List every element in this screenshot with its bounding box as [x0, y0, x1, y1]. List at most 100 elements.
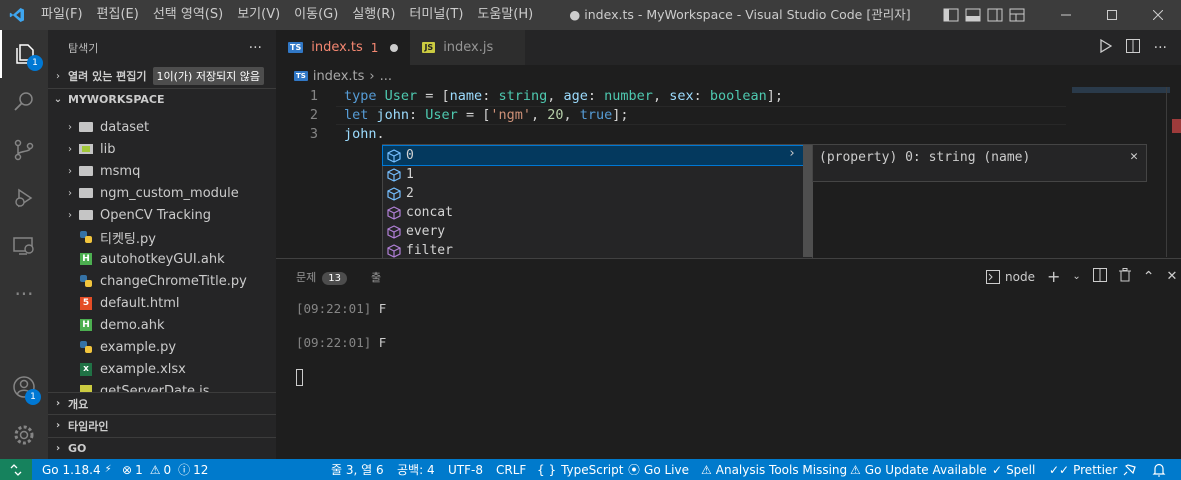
go-version[interactable]: Go 1.18.4 ⚡ — [42, 459, 112, 480]
suggestion-item[interactable]: concat — [383, 203, 803, 222]
suggestion-item[interactable]: 1 — [383, 165, 803, 184]
suggestion-item[interactable]: every — [383, 222, 803, 241]
javascript-file-icon: JS — [422, 42, 436, 53]
cursor-position[interactable]: 줄 3, 열 6 — [331, 459, 384, 480]
go-live-button[interactable]: ⦿ Go Live — [628, 459, 689, 480]
close-panel-icon[interactable]: ✕ — [1166, 269, 1177, 284]
tree-file[interactable]: x example.xlsx — [48, 358, 276, 380]
terminal-icon — [986, 269, 1000, 284]
explorer-icon[interactable]: 1 — [0, 30, 48, 78]
code-token: = [ — [417, 88, 450, 104]
end-of-line[interactable]: CRLF — [496, 459, 526, 480]
run-debug-icon[interactable] — [0, 174, 48, 222]
tree-folder[interactable]: › msmq — [48, 160, 276, 182]
chevron-down-icon[interactable]: ⌄ — [1072, 271, 1080, 282]
tree-file[interactable]: Hdemo.ahk — [48, 314, 276, 336]
tree-folder[interactable]: › ngm_custom_module — [48, 182, 276, 204]
trash-icon[interactable] — [1118, 268, 1131, 285]
tree-file[interactable]: 5 default.html — [48, 292, 276, 314]
tree-item-label: demo.ahk — [100, 317, 165, 333]
run-icon[interactable] — [1099, 38, 1112, 57]
tree-file[interactable]: example.py — [48, 336, 276, 358]
minimize-icon[interactable] — [1043, 0, 1089, 30]
tree-file[interactable]: 티켓팅.py — [48, 226, 276, 248]
spell-status[interactable]: ✓ Spell — [992, 459, 1035, 480]
breadcrumb-file[interactable]: index.ts — [313, 69, 365, 84]
close-window-icon[interactable] — [1135, 0, 1181, 30]
tab-index-ts[interactable]: TS index.ts 1 — [276, 30, 411, 65]
breadcrumb-more[interactable]: ... — [380, 69, 392, 84]
terminal-selector[interactable]: node — [986, 269, 1035, 284]
encoding[interactable]: UTF-8 — [448, 459, 483, 480]
open-editors-section[interactable]: › 열려 있는 편집기 1이(가) 저장되지 않음 — [48, 65, 276, 87]
menu-item[interactable]: 터미널(T) — [402, 0, 470, 30]
menu-item[interactable]: 실행(R) — [345, 0, 402, 30]
customize-layout-icon[interactable] — [1009, 8, 1027, 22]
tab-label: index.js — [443, 40, 494, 55]
tab-output[interactable]: 출 — [371, 269, 381, 285]
analysis-tools-status[interactable]: ⚠ Analysis Tools Missing — [701, 459, 847, 480]
unsaved-dot-icon[interactable] — [390, 43, 399, 52]
tree-folder[interactable]: › dataset — [48, 116, 276, 138]
source-control-icon[interactable] — [0, 126, 48, 174]
go-update-status[interactable]: ⚠ Go Update Available — [850, 459, 987, 480]
close-icon[interactable]: ✕ — [1130, 149, 1138, 164]
accounts-icon[interactable]: 1 — [0, 363, 48, 411]
menu-item[interactable]: 도움말(H) — [470, 0, 540, 30]
menu-item[interactable]: 선택 영역(S) — [146, 0, 230, 30]
code-token: : — [482, 88, 499, 104]
timeline-label: 타임라인 — [68, 419, 109, 433]
toggle-panel-icon[interactable] — [965, 8, 983, 22]
suggestion-item[interactable]: 0 — [382, 145, 804, 166]
timeline-section[interactable]: › 타임라인 — [48, 414, 276, 436]
outline-section[interactable]: › 개요 — [48, 392, 276, 414]
field-cube-icon — [386, 148, 402, 164]
menu-item[interactable]: 보기(V) — [230, 0, 287, 30]
tree-file[interactable]: getServerDate.js — [48, 380, 276, 392]
editor-scrollbar[interactable] — [1166, 87, 1181, 257]
field-cube-icon — [386, 186, 402, 202]
search-icon[interactable] — [0, 78, 48, 126]
minimap[interactable] — [1072, 87, 1170, 93]
tree-file[interactable]: changeChromeTitle.py — [48, 270, 276, 292]
split-terminal-icon[interactable] — [1092, 268, 1107, 285]
menu-item[interactable]: 편집(E) — [90, 0, 146, 30]
maximize-panel-icon[interactable]: ⌃ — [1143, 269, 1155, 285]
suggestion-item[interactable]: 2 — [383, 184, 803, 203]
problems-status[interactable]: ⊗ 1 ⚠ 0 ⓘ 12 — [122, 459, 208, 480]
chevron-right-icon: › — [55, 420, 61, 431]
language-mode[interactable]: { } TypeScript — [537, 459, 623, 480]
prettier-status[interactable]: ✓✓ Prettier — [1049, 459, 1117, 480]
chevron-right-icon[interactable]: › — [788, 146, 796, 161]
indentation[interactable]: 공백: 4 — [397, 459, 435, 480]
tree-folder[interactable]: › lib — [48, 138, 276, 160]
tab-index-js[interactable]: JS index.js — [410, 30, 526, 65]
feedback-icon[interactable] — [1122, 459, 1136, 480]
suggestion-label: concat — [406, 205, 453, 220]
tree-file[interactable]: HautohotkeyGUI.ahk — [48, 248, 276, 270]
workspace-section[interactable]: ⌄ MYWORKSPACE — [48, 88, 276, 110]
toggle-sidebar-icon[interactable] — [943, 8, 961, 22]
notifications-bell-icon[interactable] — [1152, 459, 1166, 480]
menu-item[interactable]: 이동(G) — [287, 0, 345, 30]
check-icon: ✓ — [992, 462, 1003, 477]
settings-gear-icon[interactable] — [0, 411, 48, 459]
error-marker — [1172, 119, 1181, 133]
editor-more-icon[interactable]: ··· — [1154, 40, 1167, 56]
remote-explorer-icon[interactable] — [0, 222, 48, 270]
chevron-right-icon: › — [369, 68, 375, 84]
menu-item[interactable]: 파일(F) — [34, 0, 90, 30]
tab-problems[interactable]: 문제 13 — [296, 269, 347, 285]
maximize-icon[interactable] — [1089, 0, 1135, 30]
remote-indicator-icon[interactable] — [0, 459, 32, 480]
toggle-secondary-sidebar-icon[interactable] — [987, 8, 1005, 22]
tree-folder[interactable]: › OpenCV Tracking — [48, 204, 276, 226]
sidebar-more-button[interactable]: ··· — [249, 40, 262, 56]
add-terminal-icon[interactable]: + — [1047, 267, 1060, 286]
braces-icon: { } — [537, 462, 557, 477]
more-icon[interactable]: ··· — [0, 270, 48, 318]
file-tree: › dataset › lib › msmq › ngm_custom_module › Open… — [48, 110, 276, 392]
split-editor-icon[interactable] — [1125, 38, 1140, 57]
go-section[interactable]: › GO — [48, 437, 276, 459]
tree-item-label: default.html — [100, 295, 180, 311]
